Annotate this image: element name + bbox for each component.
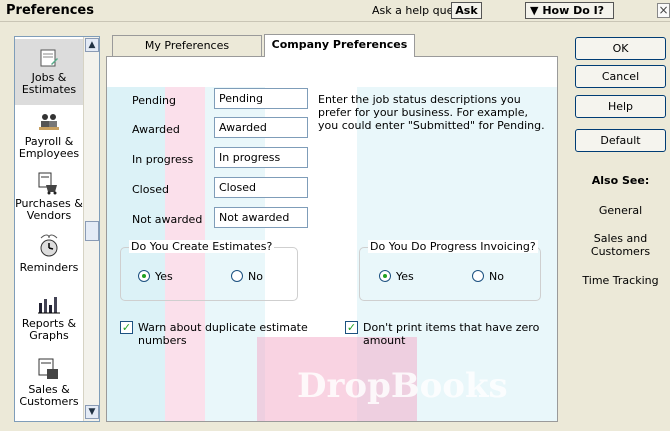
radio-empty-icon xyxy=(231,270,243,282)
ask-button[interactable]: Ask xyxy=(451,2,482,19)
radio-selected-icon xyxy=(138,270,150,282)
awarded-label: Awarded xyxy=(132,123,180,136)
dont-print-zero-checkbox[interactable]: ✓ Don't print items that have zero amoun… xyxy=(345,321,545,351)
help-button[interactable]: Help xyxy=(575,95,666,118)
checkbox-label: Don't print items that have zero amount xyxy=(363,321,540,347)
checkbox-label: Warn about duplicate estimate numbers xyxy=(138,321,308,347)
radio-label: No xyxy=(489,270,504,283)
tab-company-preferences[interactable]: Company Preferences xyxy=(264,34,415,57)
in-progress-label: In progress xyxy=(132,153,194,166)
how-do-i-button[interactable]: ▼ How Do I? xyxy=(525,2,614,19)
sidebar-item-label: Jobs & Estimates xyxy=(21,71,77,96)
default-button[interactable]: Default xyxy=(575,129,666,152)
progress-no-radio[interactable]: No xyxy=(472,270,504,283)
scroll-thumb[interactable] xyxy=(85,221,99,241)
preferences-sidebar: Jobs & Estimates Payroll & Employees Pur… xyxy=(14,36,100,422)
radio-selected-icon xyxy=(379,270,391,282)
window-title: Preferences xyxy=(6,3,94,18)
pending-label: Pending xyxy=(132,94,176,107)
estimates-no-radio[interactable]: No xyxy=(231,270,263,283)
cancel-button[interactable]: Cancel xyxy=(575,65,666,88)
progress-group-title: Do You Do Progress Invoicing? xyxy=(368,240,538,253)
sidebar-item-label: Reminders xyxy=(19,261,79,274)
reminders-icon xyxy=(40,234,58,257)
progress-invoicing-group: Do You Do Progress Invoicing? Yes No xyxy=(359,240,541,301)
closed-label: Closed xyxy=(132,183,169,196)
pending-field[interactable] xyxy=(214,88,308,109)
payroll-employees-icon xyxy=(39,114,59,130)
sidebar-scrollbar[interactable]: ▲ ▼ xyxy=(83,37,99,421)
scroll-down-icon[interactable]: ▼ xyxy=(85,405,99,419)
title-bar: Preferences Ask a help question Ask ▼ Ho… xyxy=(0,0,670,22)
job-status-description: Enter the job status descriptions you pr… xyxy=(318,93,545,132)
sidebar-item-label: Purchases & Vendors xyxy=(15,197,83,222)
also-see-link-general[interactable]: General xyxy=(575,204,666,217)
jobs-estimates-icon xyxy=(40,49,58,67)
estimates-group: Do You Create Estimates? Yes No xyxy=(120,240,298,301)
estimates-yes-radio[interactable]: Yes xyxy=(138,270,173,283)
dropdown-arrow-icon: ▼ xyxy=(530,4,539,17)
svg-text:DropBooks: DropBooks xyxy=(297,366,508,406)
in-progress-field[interactable] xyxy=(214,147,308,168)
sidebar-item-label: Sales & Customers xyxy=(19,383,79,408)
closed-field[interactable] xyxy=(214,177,308,198)
checkmark-icon: ✓ xyxy=(120,321,133,334)
also-see-title: Also See: xyxy=(591,174,650,187)
sidebar-item-payroll-employees[interactable]: Payroll & Employees xyxy=(15,109,83,165)
also-see-link-time-tracking[interactable]: Time Tracking xyxy=(575,274,666,287)
progress-yes-radio[interactable]: Yes xyxy=(379,270,414,283)
sidebar-item-purchases-vendors[interactable]: Purchases & Vendors xyxy=(15,171,83,229)
radio-empty-icon xyxy=(472,270,484,282)
tab-label: My Preferences xyxy=(144,39,230,52)
not-awarded-label: Not awarded xyxy=(132,213,203,226)
radio-label: Yes xyxy=(155,270,173,283)
not-awarded-field[interactable] xyxy=(214,207,308,228)
how-do-i-label: How Do I? xyxy=(542,4,605,17)
company-preferences-panel: DropBooks Pending Awarded In progress Cl… xyxy=(106,56,558,422)
radio-label: Yes xyxy=(396,270,414,283)
sidebar-item-sales-customers[interactable]: Sales & Customers xyxy=(15,357,83,419)
tab-label: Company Preferences xyxy=(271,38,408,51)
reports-graphs-icon xyxy=(38,297,60,314)
also-see-link-sales-customers[interactable]: Sales and Customers xyxy=(575,232,666,258)
sidebar-item-label: Reports & Graphs xyxy=(21,317,77,342)
close-icon[interactable]: × xyxy=(657,3,670,18)
estimates-group-title: Do You Create Estimates? xyxy=(129,240,275,253)
sidebar-item-reminders[interactable]: Reminders xyxy=(15,233,83,283)
sidebar-item-jobs-estimates[interactable]: Jobs & Estimates xyxy=(15,39,83,105)
radio-label: No xyxy=(248,270,263,283)
warn-duplicate-checkbox[interactable]: ✓ Warn about duplicate estimate numbers xyxy=(120,321,320,351)
purchases-vendors-icon xyxy=(38,172,57,195)
checkmark-icon: ✓ xyxy=(345,321,358,334)
awarded-field[interactable] xyxy=(214,117,308,138)
tab-my-preferences[interactable]: My Preferences xyxy=(112,35,262,56)
sidebar-item-reports-graphs[interactable]: Reports & Graphs xyxy=(15,293,83,351)
sidebar-item-label: Payroll & Employees xyxy=(18,135,80,160)
sales-customers-icon xyxy=(38,358,58,379)
ok-button[interactable]: OK xyxy=(575,37,666,60)
scroll-up-icon[interactable]: ▲ xyxy=(85,38,99,52)
